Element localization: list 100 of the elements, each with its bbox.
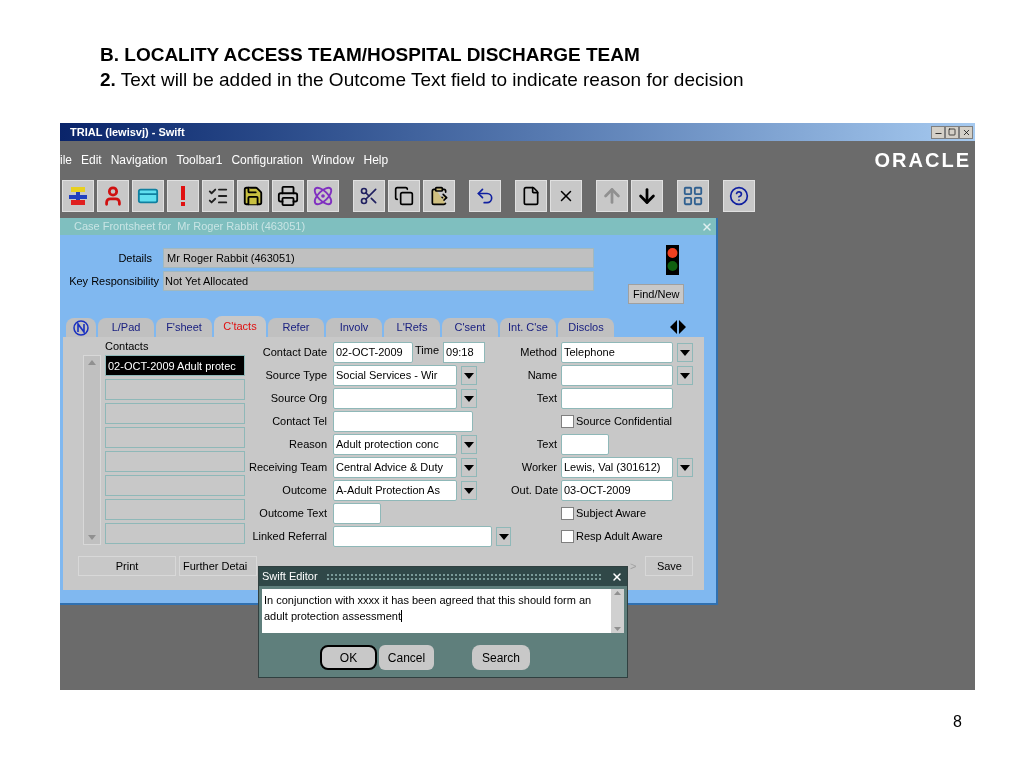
tab[interactable]: L/Pad bbox=[98, 318, 154, 337]
field-label: Receiving Team bbox=[249, 460, 329, 476]
toolbar-button[interactable] bbox=[353, 180, 385, 212]
text-field[interactable] bbox=[561, 365, 673, 386]
toolbar-button[interactable] bbox=[723, 180, 755, 212]
dropdown-button[interactable] bbox=[461, 481, 477, 500]
text-field[interactable] bbox=[561, 434, 609, 455]
scroll-tabs-icon[interactable] bbox=[668, 320, 688, 334]
ok-button[interactable]: OK bbox=[320, 645, 377, 670]
search-button[interactable]: Search bbox=[472, 645, 530, 670]
checkbox-label: Subject Aware bbox=[576, 506, 647, 522]
field-label: Text bbox=[535, 391, 558, 407]
text-field[interactable]: 02-OCT-2009 bbox=[333, 342, 413, 363]
tab[interactable]: F'sheet bbox=[156, 318, 212, 337]
print-button[interactable]: Print bbox=[78, 556, 176, 576]
text-field[interactable] bbox=[333, 526, 493, 547]
contact-row[interactable]: 02-OCT-2009 Adult protec bbox=[105, 355, 245, 376]
exclamation-icon bbox=[180, 185, 186, 207]
toolbar-button[interactable] bbox=[202, 180, 234, 212]
slide-subheading: 2. Text will be added in the Outcome Text field to indicate reason for decision bbox=[100, 68, 745, 92]
close-icon bbox=[961, 127, 971, 137]
checkbox-label: Resp Adult Aware bbox=[576, 529, 663, 545]
save-button[interactable]: Save bbox=[645, 556, 694, 576]
undo-icon bbox=[475, 186, 495, 206]
stack-icon bbox=[67, 185, 89, 207]
tab[interactable]: Disclos bbox=[558, 318, 614, 337]
tab[interactable]: L'Refs bbox=[384, 318, 440, 337]
new-page-icon bbox=[521, 186, 541, 206]
dropdown-button[interactable] bbox=[461, 435, 477, 454]
caret-icon bbox=[464, 464, 474, 471]
menu-item[interactable]: Edit bbox=[81, 150, 102, 169]
field-label: Out. Date bbox=[511, 483, 560, 499]
tab[interactable]: Involv bbox=[326, 318, 382, 337]
minimize-button[interactable] bbox=[931, 125, 945, 139]
text-field[interactable]: Social Services - Wir bbox=[333, 365, 457, 386]
dropdown-button[interactable] bbox=[677, 458, 693, 477]
text-field[interactable]: A-Adult Protection As bbox=[333, 480, 457, 501]
editor-title: Swift Editor bbox=[262, 569, 318, 585]
checkbox[interactable] bbox=[561, 415, 574, 428]
toolbar-button[interactable] bbox=[272, 180, 304, 212]
checkbox[interactable] bbox=[561, 530, 574, 543]
toolbar-button[interactable] bbox=[515, 180, 547, 212]
help-icon bbox=[729, 186, 749, 206]
window-title: TRIAL (lewisvj) - Swift bbox=[69, 124, 185, 140]
checkbox-label: Source Confidential bbox=[576, 414, 672, 430]
menu-item[interactable]: Help bbox=[363, 150, 389, 169]
toolbar-button[interactable] bbox=[423, 180, 455, 212]
text-field[interactable] bbox=[333, 388, 457, 409]
cancel-button[interactable]: Cancel bbox=[379, 645, 434, 670]
up-arrow-icon bbox=[601, 185, 623, 207]
close-icon[interactable] bbox=[611, 570, 623, 583]
dropdown-button[interactable] bbox=[677, 343, 693, 362]
field-label: Contact Date bbox=[261, 345, 328, 361]
dropdown-button[interactable] bbox=[461, 389, 477, 408]
text-field[interactable]: Telephone bbox=[561, 342, 673, 363]
caret-icon bbox=[680, 464, 690, 471]
menu-item[interactable]: ile bbox=[60, 150, 72, 169]
menu-item[interactable]: Configuration bbox=[231, 150, 303, 169]
oracle-logo: ORACLE bbox=[874, 147, 971, 173]
field-label: Contact Tel bbox=[271, 414, 328, 430]
caret-icon bbox=[680, 349, 690, 356]
text-field[interactable]: Adult protection conc bbox=[333, 434, 457, 455]
close-button[interactable] bbox=[959, 125, 973, 139]
caret-icon bbox=[498, 533, 509, 540]
toolbar-button[interactable] bbox=[62, 180, 94, 212]
toolbar-button[interactable] bbox=[631, 180, 663, 212]
text-field[interactable]: Central Advice & Duty bbox=[333, 457, 457, 478]
toolbar-button[interactable] bbox=[469, 180, 501, 212]
printer-icon bbox=[277, 185, 299, 207]
text-field[interactable] bbox=[333, 503, 381, 524]
caret-icon bbox=[464, 372, 474, 379]
contacts-label: Contacts bbox=[105, 340, 150, 353]
menu-item[interactable]: Navigation bbox=[110, 150, 168, 169]
field-label: Time bbox=[415, 343, 440, 358]
dropdown-button[interactable] bbox=[677, 366, 693, 385]
checkbox[interactable] bbox=[561, 507, 574, 520]
toolbar-button[interactable] bbox=[388, 180, 420, 212]
find-new-button[interactable]: Find/New bbox=[628, 284, 685, 304]
further-details-button[interactable]: Further Detai bbox=[179, 556, 257, 576]
text-field[interactable]: Lewis, Val (301612) bbox=[561, 457, 673, 478]
field-label: Name bbox=[526, 368, 558, 384]
caret-icon bbox=[680, 372, 690, 379]
menu-item[interactable]: Window bbox=[311, 150, 355, 169]
dropdown-button[interactable] bbox=[461, 458, 477, 477]
tab[interactable]: Refer bbox=[268, 318, 324, 337]
field-label: Worker bbox=[520, 460, 558, 476]
dropdown-button[interactable] bbox=[461, 366, 477, 385]
tab[interactable] bbox=[66, 318, 96, 337]
tab[interactable]: Int. C'se bbox=[500, 318, 556, 337]
toolbar-button[interactable] bbox=[237, 180, 269, 212]
text-field[interactable]: 03-OCT-2009 bbox=[561, 480, 673, 501]
field-label: Outcome Text bbox=[258, 506, 328, 522]
menu-item[interactable]: Toolbar1 bbox=[176, 150, 223, 169]
slide-heading: B. LOCALITY ACCESS TEAM/HOSPITAL DISCHARGE TEAM bbox=[100, 43, 641, 67]
tab[interactable]: C'sent bbox=[442, 318, 498, 337]
text-field[interactable] bbox=[333, 411, 473, 432]
caret-icon bbox=[464, 395, 474, 402]
text-field[interactable]: 09:18 bbox=[443, 342, 486, 363]
dropdown-button[interactable] bbox=[496, 527, 511, 546]
text-field[interactable] bbox=[561, 388, 673, 409]
